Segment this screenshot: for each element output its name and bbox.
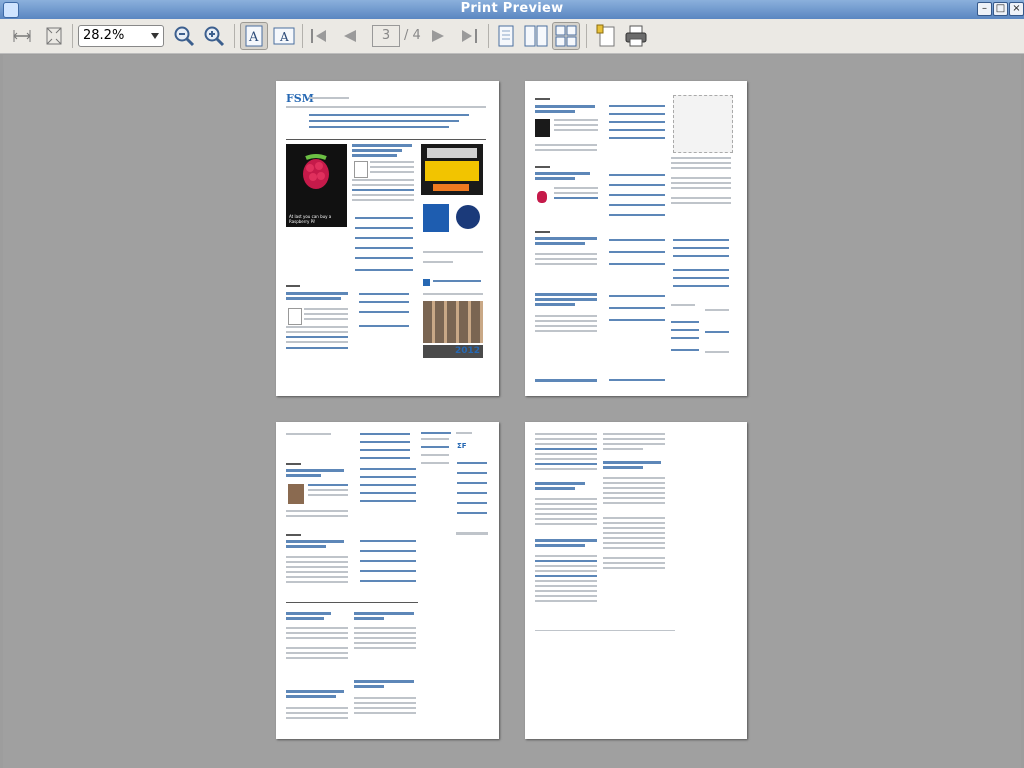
last-page-icon — [462, 29, 477, 43]
zoom-in-icon — [204, 26, 225, 47]
overview-button[interactable] — [552, 22, 580, 50]
title-bar: Print Preview – □ × — [0, 0, 1024, 19]
landscape-icon: A — [273, 27, 295, 45]
grid-view-icon — [555, 25, 577, 47]
facing-pages-button[interactable] — [522, 22, 550, 50]
page-2[interactable] — [525, 81, 747, 396]
fit-width-icon — [13, 30, 31, 42]
toolbar: 28.2% A A 3 / 4 — [0, 19, 1024, 54]
landscape-button[interactable]: A — [270, 22, 298, 50]
zoom-out-button[interactable] — [170, 22, 198, 50]
zoom-select[interactable]: 28.2% — [78, 25, 164, 47]
zoom-out-icon — [174, 26, 195, 47]
chevron-down-icon — [151, 33, 159, 39]
facing-pages-icon — [524, 25, 548, 47]
previous-page-button[interactable] — [336, 22, 364, 50]
printer-icon — [625, 25, 647, 47]
svg-text:A: A — [248, 30, 259, 45]
minimize-button[interactable]: – — [977, 2, 992, 16]
article-image: At last you can buy a Raspberry Pi! — [286, 144, 347, 227]
page-setup-icon — [596, 24, 615, 47]
fit-page-icon — [46, 27, 62, 45]
page-setup-button[interactable] — [592, 22, 620, 50]
single-page-icon — [498, 25, 514, 47]
banner-year: 2012 — [454, 346, 480, 356]
svg-text:A: A — [279, 30, 289, 44]
zoom-in-button[interactable] — [200, 22, 228, 50]
first-page-button[interactable] — [306, 22, 334, 50]
preview-canvas[interactable]: FSM At last you can buy a Raspberry Pi! — [3, 55, 1021, 768]
print-button[interactable] — [622, 22, 650, 50]
page-1[interactable]: FSM At last you can buy a Raspberry Pi! — [276, 81, 499, 396]
page-total: / 4 — [404, 28, 421, 43]
avatars-grid — [423, 301, 483, 343]
single-page-button[interactable] — [492, 22, 520, 50]
last-page-button[interactable] — [454, 22, 482, 50]
portrait-icon: A — [245, 25, 263, 47]
close-button[interactable]: × — [1009, 2, 1024, 16]
conference-banner: 2012 — [423, 345, 483, 358]
first-page-icon — [311, 29, 326, 43]
fit-page-button[interactable] — [40, 22, 68, 50]
zoom-value: 28.2% — [83, 28, 125, 43]
previous-page-icon — [344, 30, 356, 42]
page-number-input[interactable]: 3 — [372, 25, 400, 47]
advert-image — [421, 144, 483, 195]
maximize-button[interactable]: □ — [993, 2, 1008, 16]
window-title: Print Preview — [460, 1, 564, 16]
page-3[interactable]: ΣF — [276, 422, 499, 739]
page-4[interactable] — [525, 422, 747, 739]
next-page-button[interactable] — [424, 22, 452, 50]
raspberry-pi-icon — [303, 154, 329, 189]
portrait-button[interactable]: A — [240, 22, 268, 50]
next-page-icon — [432, 30, 444, 42]
fit-width-button[interactable] — [8, 22, 36, 50]
image-caption: At last you can buy a Raspberry Pi! — [289, 214, 332, 224]
